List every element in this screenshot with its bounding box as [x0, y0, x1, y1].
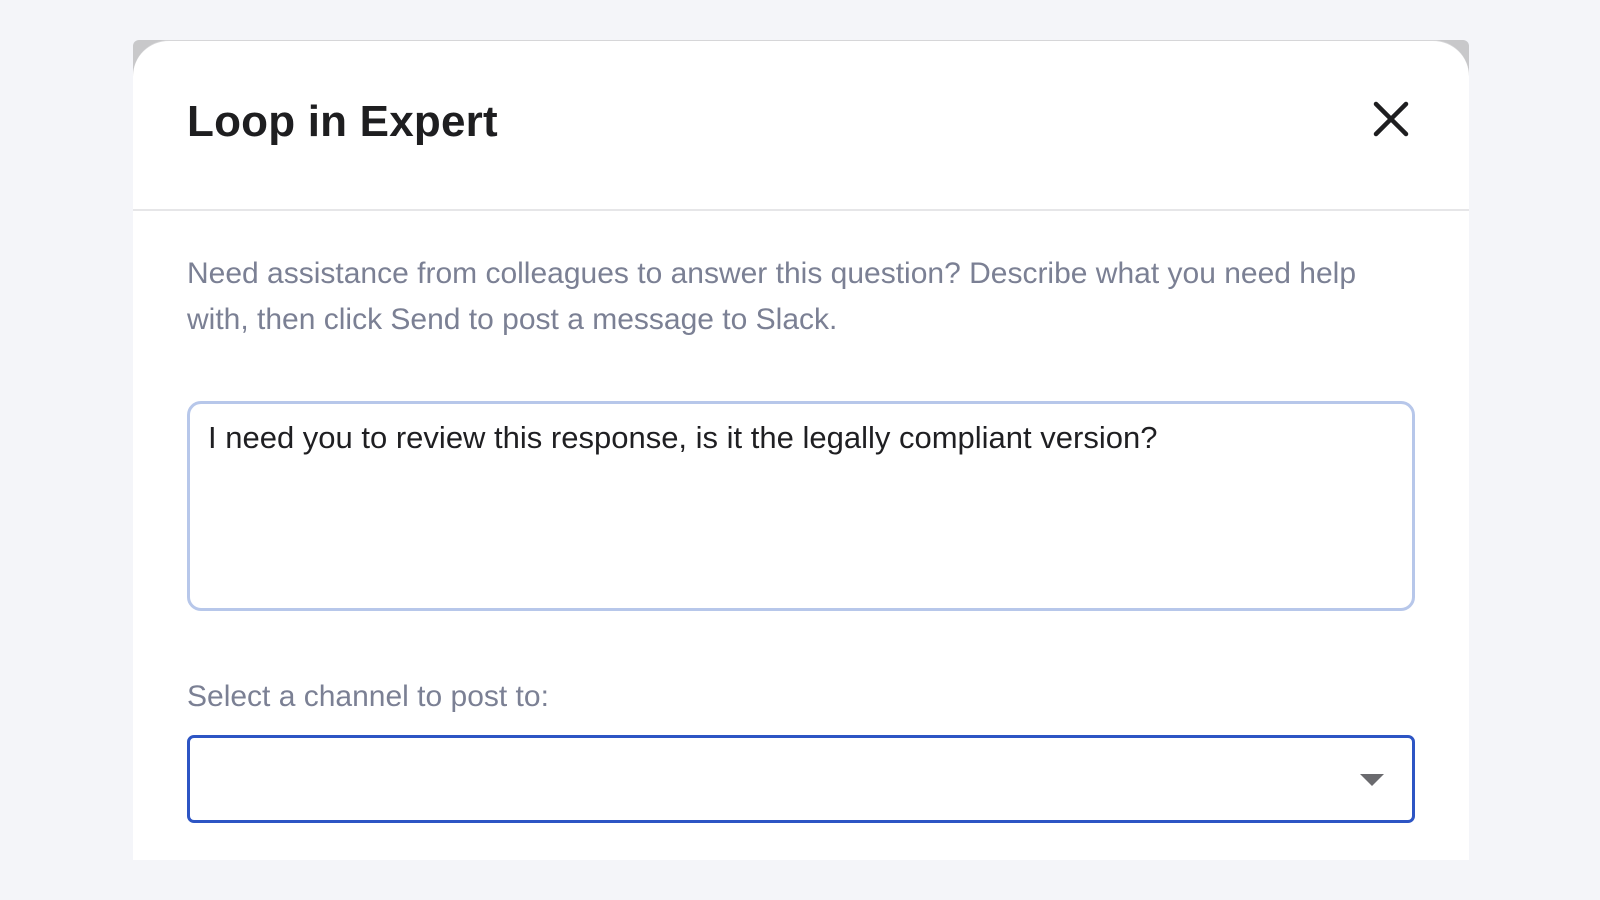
channel-select-dropdown[interactable]: [187, 735, 1415, 823]
close-icon: [1373, 101, 1409, 137]
channel-select-label: Select a channel to post to:: [187, 680, 549, 713]
dialog-header: Loop in Expert: [133, 41, 1469, 211]
loop-in-expert-dialog: Loop in Expert Need assistance from coll…: [133, 40, 1469, 860]
dialog-title: Loop in Expert: [187, 97, 498, 146]
dialog-description: Need assistance from colleagues to answe…: [187, 257, 1357, 336]
close-button[interactable]: [1365, 93, 1417, 145]
message-textarea[interactable]: I need you to review this response, is i…: [187, 401, 1415, 611]
chevron-down-icon: [1360, 774, 1384, 786]
